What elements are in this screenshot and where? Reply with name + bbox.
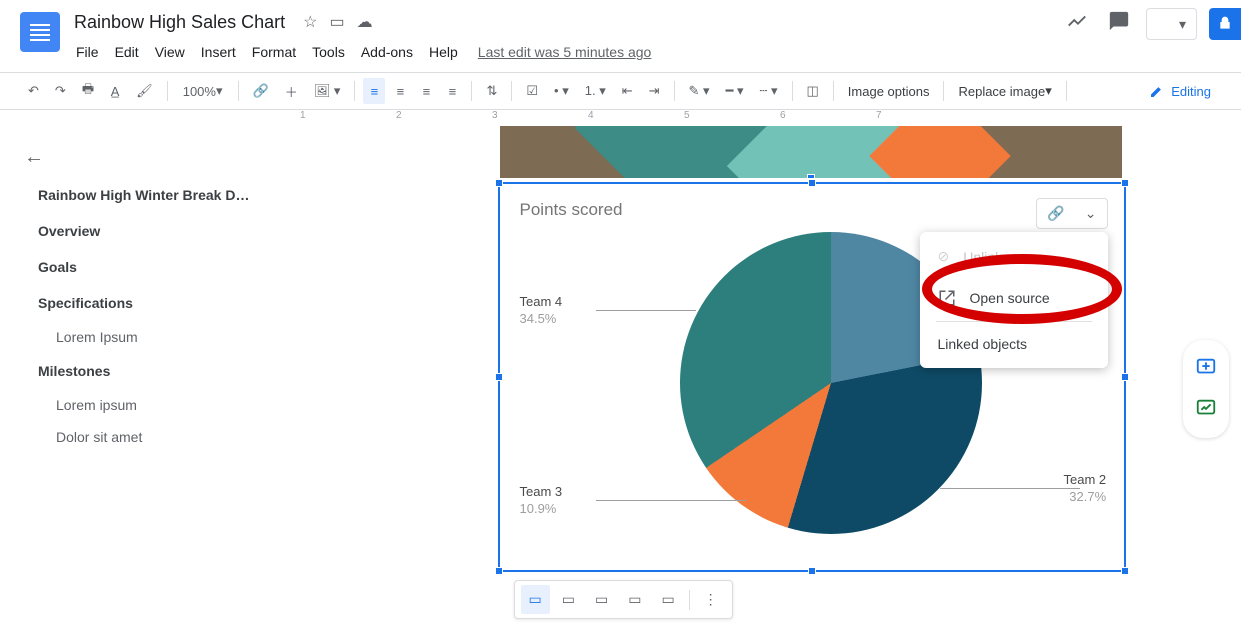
comments-icon[interactable]: [1108, 10, 1130, 38]
outline-back-button[interactable]: ←: [16, 138, 297, 177]
decrease-indent-button[interactable]: ⇤: [616, 78, 639, 104]
wrap-inline-button[interactable]: ▭: [521, 585, 550, 614]
increase-indent-button[interactable]: ⇥: [643, 78, 666, 104]
in-front-button[interactable]: ▭: [653, 585, 682, 614]
menu-format[interactable]: Format: [244, 40, 304, 64]
toolbar: ↶ ↷ 🖶 A̲ 🖌 100% ▾ 🔗 ＋ 🖼 ▾ ≡ ≡ ≡ ≡ ⇅ ☑ • …: [0, 72, 1241, 110]
outline-item[interactable]: Overview: [16, 213, 297, 249]
dropdown-linked-objects[interactable]: Linked objects: [920, 324, 1108, 364]
align-justify-button[interactable]: ≡: [441, 78, 463, 104]
menu-insert[interactable]: Insert: [193, 40, 244, 64]
outline-subitem[interactable]: Lorem Ipsum: [16, 321, 297, 353]
border-color-button[interactable]: ✎ ▾: [683, 78, 716, 104]
document-canvas[interactable]: Points scored Team 4 34.5% Team 3 10.9%: [298, 126, 1241, 632]
checklist-button[interactable]: ☑: [520, 78, 544, 104]
menu-addons[interactable]: Add-ons: [353, 40, 421, 64]
dropdown-unlink[interactable]: ⊘Unlink: [920, 236, 1108, 277]
star-icon[interactable]: ☆: [303, 12, 317, 32]
pie-label-team2: Team 2 32.7%: [1064, 472, 1107, 506]
menu-edit[interactable]: Edit: [107, 40, 147, 64]
link-button[interactable]: 🔗: [247, 78, 275, 104]
border-weight-button[interactable]: ━ ▾: [720, 78, 750, 104]
docs-logo[interactable]: [20, 12, 60, 52]
insert-image-button[interactable]: 🖼 ▾: [308, 78, 347, 104]
outline-subitem[interactable]: Lorem ipsum: [16, 389, 297, 421]
present-button[interactable]: ▾: [1146, 8, 1197, 40]
outline-item[interactable]: Goals: [16, 249, 297, 285]
image-placement-toolbar: ▭ ▭ ▭ ▭ ▭ ⋮: [514, 580, 733, 619]
activity-icon[interactable]: [1066, 10, 1088, 38]
numbered-list-button[interactable]: 1. ▾: [579, 78, 612, 104]
add-comment-button[interactable]: ＋: [279, 78, 304, 104]
align-right-button[interactable]: ≡: [415, 78, 437, 104]
outline-item[interactable]: Rainbow High Winter Break D…: [16, 177, 297, 213]
bulleted-list-button[interactable]: • ▾: [548, 78, 575, 104]
chart-link-icon[interactable]: 🔗: [1037, 199, 1074, 228]
chart-title: Points scored: [520, 200, 1114, 220]
line-spacing-button[interactable]: ⇅: [480, 78, 503, 104]
share-button[interactable]: [1209, 8, 1241, 40]
ruler-mark: 2: [396, 110, 402, 121]
editing-mode-button[interactable]: Editing: [1139, 79, 1221, 103]
align-center-button[interactable]: ≡: [389, 78, 411, 104]
outline-panel: ← Rainbow High Winter Break D…OverviewGo…: [0, 126, 298, 632]
outline-subitem[interactable]: Dolor sit amet: [16, 421, 297, 453]
spellcheck-button[interactable]: A̲: [104, 78, 126, 104]
side-tools: [1183, 340, 1229, 438]
horizontal-ruler[interactable]: 1 2 3 4 5 6 7: [300, 110, 1241, 124]
add-comment-side-button[interactable]: [1187, 348, 1225, 389]
ruler-mark: 3: [492, 110, 498, 121]
pie-label-team3: Team 3 10.9%: [520, 484, 563, 518]
menu-file[interactable]: File: [68, 40, 107, 64]
print-button[interactable]: 🖶: [76, 78, 100, 104]
suggest-edits-side-button[interactable]: [1187, 389, 1225, 430]
pie-label-team4: Team 4 34.5%: [520, 294, 563, 328]
move-icon[interactable]: ▭: [329, 12, 344, 32]
behind-text-button[interactable]: ▭: [620, 585, 649, 614]
header-image[interactable]: [500, 126, 1122, 178]
border-dash-button[interactable]: ┄ ▾: [754, 78, 784, 104]
replace-image-button[interactable]: Replace image▾: [952, 78, 1057, 104]
align-left-button[interactable]: ≡: [363, 78, 385, 104]
menu-view[interactable]: View: [147, 40, 193, 64]
menu-help[interactable]: Help: [421, 40, 466, 64]
ruler-mark: 5: [684, 110, 690, 121]
undo-button[interactable]: ↶: [22, 78, 45, 104]
ruler-mark: 6: [780, 110, 786, 121]
chart-options-dropdown: ⊘Unlink Open source Linked objects: [920, 232, 1108, 368]
ruler-mark: 4: [588, 110, 594, 121]
cloud-icon[interactable]: ☁: [357, 12, 373, 32]
menu-bar: File Edit View Insert Format Tools Add-o…: [68, 38, 1056, 66]
chart-link-controls: 🔗 ⌄: [1036, 198, 1107, 229]
dropdown-open-source[interactable]: Open source: [920, 277, 1108, 319]
redo-button[interactable]: ↷: [49, 78, 72, 104]
ruler-mark: 1: [300, 110, 306, 121]
ruler-mark: 7: [876, 110, 882, 121]
break-text-button[interactable]: ▭: [587, 585, 616, 614]
zoom-select[interactable]: 100% ▾: [176, 78, 230, 104]
image-options-button[interactable]: Image options: [842, 78, 936, 104]
chart-options-chevron-icon[interactable]: ⌄: [1075, 199, 1107, 228]
paint-format-button[interactable]: 🖌: [130, 78, 159, 104]
last-edit-link[interactable]: Last edit was 5 minutes ago: [478, 44, 652, 60]
wrap-text-button[interactable]: ▭: [554, 585, 583, 614]
crop-button[interactable]: ◫: [801, 78, 825, 104]
menu-tools[interactable]: Tools: [304, 40, 353, 64]
more-image-options-button[interactable]: ⋮: [696, 585, 726, 614]
doc-title[interactable]: Rainbow High Sales Chart: [68, 10, 291, 35]
chart-object[interactable]: Points scored Team 4 34.5% Team 3 10.9%: [498, 182, 1126, 572]
outline-item[interactable]: Milestones: [16, 353, 297, 389]
outline-item[interactable]: Specifications: [16, 285, 297, 321]
